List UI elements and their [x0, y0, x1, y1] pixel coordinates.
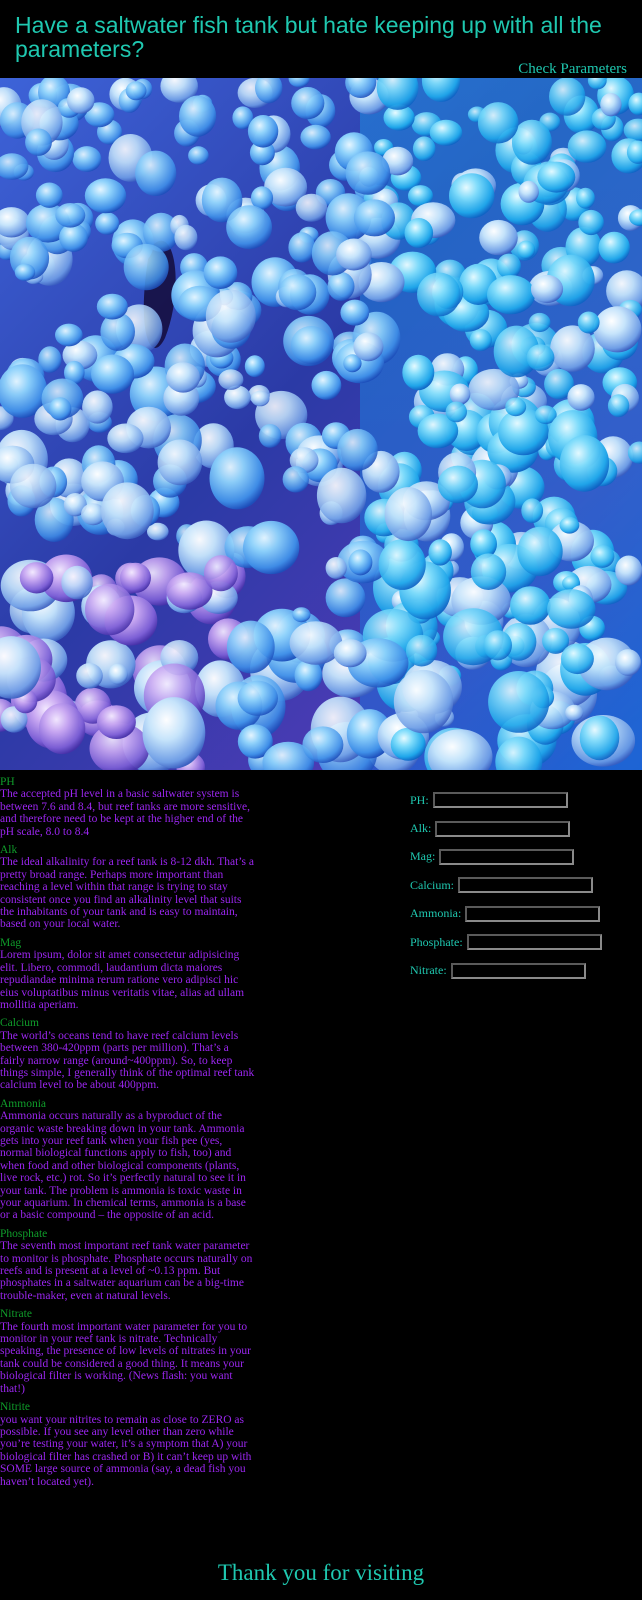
param-calcium: Calcium The world’s oceans tend to have … [0, 1017, 255, 1091]
parameter-form: PH: Alk: Mag: Calcium: Ammonia: Phosphat… [410, 786, 642, 985]
field-row-ph: PH: [410, 786, 642, 814]
bubble-coral-photo [0, 78, 642, 770]
param-title: Phosphate [0, 1227, 48, 1240]
param-title: Alk [0, 844, 18, 857]
param-nitrate: Nitrate The fourth most important water … [0, 1308, 255, 1395]
field-row-mag: Mag: [410, 843, 642, 871]
param-description: The seventh most important reef tank wat… [0, 1240, 253, 1302]
param-ammonia: Ammonia Ammonia occurs naturally as a by… [0, 1098, 255, 1222]
param-mag: Mag Lorem ipsum, dolor sit amet consecte… [0, 937, 255, 1011]
param-description: The world’s oceans tend to have reef cal… [0, 1029, 255, 1092]
param-alk: Alk The ideal alkalinity for a reef tank… [0, 844, 255, 931]
param-description: Lorem ipsum, dolor sit amet consectetur … [0, 949, 245, 1011]
param-description: you want your nitrites to remain as clos… [0, 1413, 252, 1488]
ph-label: PH: [410, 792, 429, 807]
field-row-nitrate: Nitrate: [410, 956, 642, 984]
param-description: The accepted pH level in a basic saltwat… [0, 788, 251, 838]
param-title: Mag [0, 936, 22, 949]
mag-label: Mag: [410, 849, 436, 864]
field-row-ammonia: Ammonia: [410, 900, 642, 928]
param-title: PH [0, 776, 15, 788]
param-description: The ideal alkalinity for a reef tank is … [0, 856, 254, 931]
param-description: Ammonia occurs naturally as a byproduct … [0, 1110, 246, 1222]
page-header: Have a saltwater fish tank but hate keep… [0, 0, 642, 78]
ammonia-label: Ammonia: [410, 906, 462, 921]
param-title: Calcium [0, 1017, 39, 1030]
field-row-phosphate: Phosphate: [410, 928, 642, 956]
alk-input[interactable] [435, 820, 571, 837]
param-nitrite: Nitrite you want your nitrites to remain… [0, 1401, 255, 1488]
page-headline: Have a saltwater fish tank but hate keep… [15, 12, 602, 62]
ammonia-input[interactable] [465, 905, 601, 922]
alk-label: Alk: [410, 821, 432, 836]
phosphate-input[interactable] [466, 934, 602, 951]
param-ph: PH The accepted pH level in a basic salt… [0, 776, 255, 838]
param-description: The fourth most important water paramete… [0, 1320, 252, 1395]
field-row-alk: Alk: [410, 814, 642, 842]
field-row-calcium: Calcium: [410, 871, 642, 899]
parameter-info-list: PH The accepted pH level in a basic salt… [0, 776, 255, 1494]
phosphate-label: Phosphate: [410, 934, 463, 949]
param-title: Nitrite [0, 1401, 31, 1414]
ph-input[interactable] [432, 792, 568, 809]
calcium-label: Calcium: [410, 877, 454, 892]
calcium-input[interactable] [458, 877, 593, 894]
param-title: Ammonia [0, 1097, 46, 1110]
nitrate-label: Nitrate: [410, 963, 447, 978]
nitrate-input[interactable] [450, 962, 586, 979]
mag-input[interactable] [439, 848, 575, 865]
check-parameters-link[interactable]: Check Parameters [518, 60, 627, 78]
param-phosphate: Phosphate The seventh most important ree… [0, 1228, 255, 1302]
thank-you-message: Thank you for visiting [217, 1560, 425, 1585]
hero-coral-image [0, 78, 642, 770]
param-title: Nitrate [0, 1308, 32, 1321]
